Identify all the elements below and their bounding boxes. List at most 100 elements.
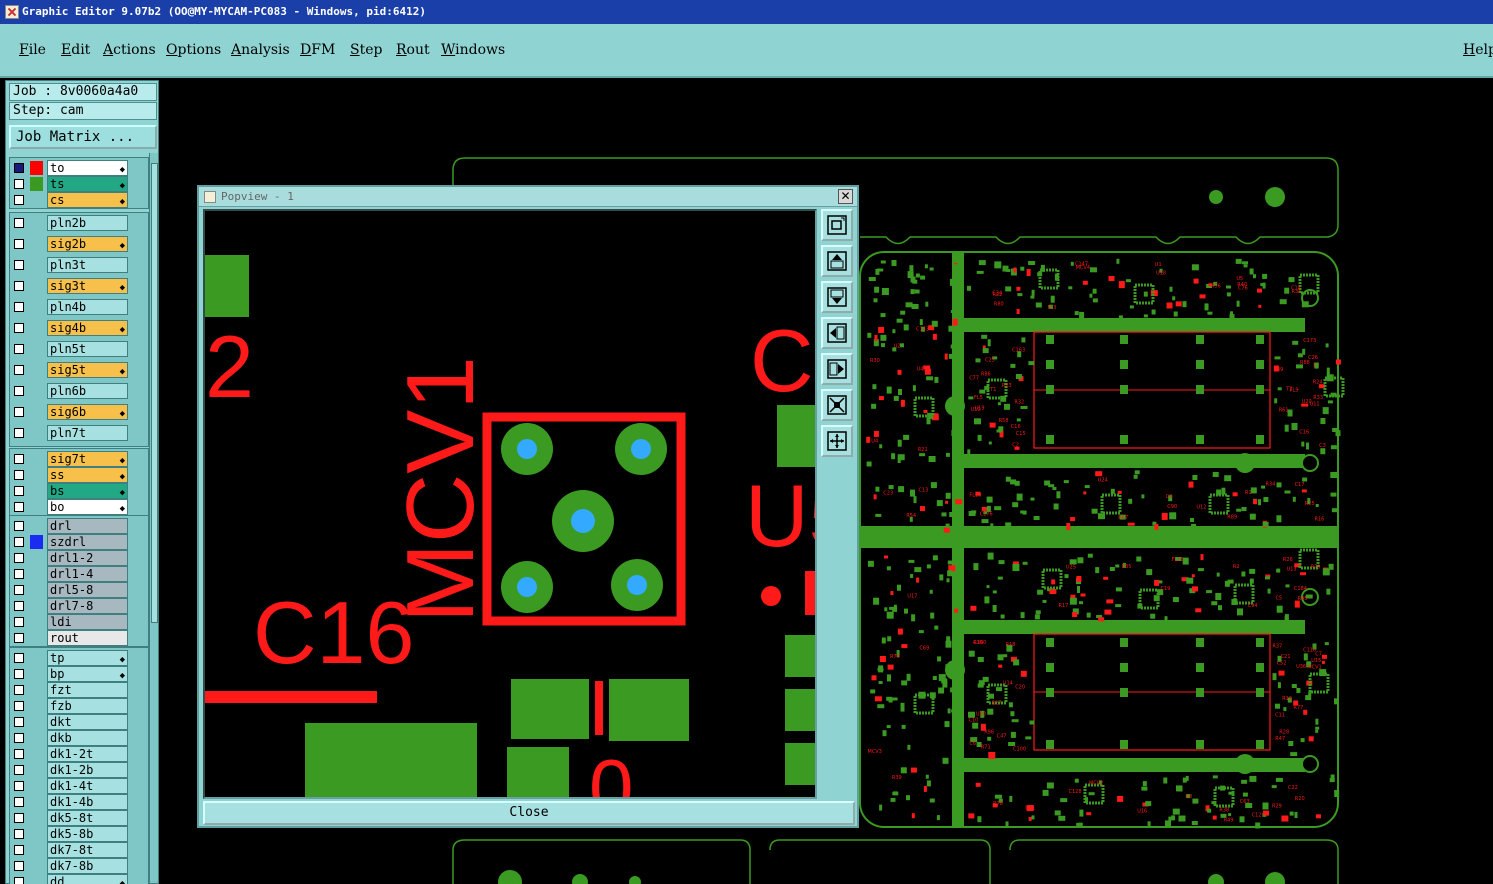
layer-row-pln3t[interactable]: pln3t xyxy=(10,257,150,273)
layer-row-drl1-4[interactable]: drl1-4 xyxy=(10,566,150,582)
layer-name[interactable]: cs ◆ xyxy=(47,192,128,208)
layer-name[interactable]: szdrl xyxy=(47,534,128,550)
pan-up-icon[interactable] xyxy=(821,245,853,277)
layer-row-szdrl[interactable]: szdrl xyxy=(10,534,150,550)
layer-checkbox[interactable] xyxy=(14,701,24,711)
layer-row-cs[interactable]: cs ◆ xyxy=(10,192,150,208)
layer-name[interactable]: sig5t ◆ xyxy=(47,362,128,378)
pan-right-icon[interactable] xyxy=(821,353,853,385)
layer-checkbox[interactable] xyxy=(14,781,24,791)
layer-row-dk1-2t[interactable]: dk1-2t xyxy=(10,746,150,762)
layer-checkbox[interactable] xyxy=(14,260,24,270)
layer-checkbox[interactable] xyxy=(14,486,24,496)
layer-row-fzb[interactable]: fzb xyxy=(10,698,150,714)
layer-checkbox[interactable] xyxy=(14,585,24,595)
layer-row-tp[interactable]: tp ◆ xyxy=(10,650,150,666)
layer-checkbox[interactable] xyxy=(14,365,24,375)
layer-row-bs[interactable]: bs ◆ xyxy=(10,483,150,499)
layer-row-sig3t[interactable]: sig3t ◆ xyxy=(10,278,150,294)
layer-checkbox[interactable] xyxy=(14,569,24,579)
layer-name[interactable]: bo ◆ xyxy=(47,499,128,515)
layer-color-swatch[interactable] xyxy=(30,535,43,549)
layer-checkbox[interactable] xyxy=(14,633,24,643)
layer-checkbox[interactable] xyxy=(14,302,24,312)
layer-row-drl1-2[interactable]: drl1-2 xyxy=(10,550,150,566)
close-icon[interactable]: ✕ xyxy=(838,189,853,204)
layer-name[interactable]: bp ◆ xyxy=(47,666,128,682)
layer-name[interactable]: sig6b ◆ xyxy=(47,404,128,420)
layer-row-sig5t[interactable]: sig5t ◆ xyxy=(10,362,150,378)
layer-name[interactable]: sig7t ◆ xyxy=(47,451,128,467)
layer-color-swatch[interactable] xyxy=(30,161,43,175)
popview-zoomed-view[interactable]: 2 MCV1 C16 C4 U5 xyxy=(203,209,817,799)
pan-left-icon[interactable] xyxy=(821,317,853,349)
layer-row-dk7-8b[interactable]: dk7-8b xyxy=(10,858,150,874)
window-titlebar[interactable]: Graphic Editor 9.07b2 (OO@MY-MYCAM-PC083… xyxy=(0,0,1493,24)
layer-row-ss[interactable]: ss ◆ xyxy=(10,467,150,483)
layer-name[interactable]: dd ◆ xyxy=(47,874,128,884)
layer-row-dkb[interactable]: dkb xyxy=(10,730,150,746)
menu-actions[interactable]: Actions xyxy=(103,42,156,58)
layer-name[interactable]: dk1-4b xyxy=(47,794,128,810)
popview-titlebar[interactable]: Popview - 1 ✕ xyxy=(199,187,857,207)
layer-row-dk1-2b[interactable]: dk1-2b xyxy=(10,762,150,778)
layer-checkbox[interactable] xyxy=(14,407,24,417)
zoom-window-icon[interactable] xyxy=(821,209,853,241)
layer-row-dk1-4t[interactable]: dk1-4t xyxy=(10,778,150,794)
menu-analysis[interactable]: Analysis xyxy=(231,42,290,58)
layer-name[interactable]: dk7-8b xyxy=(47,858,128,874)
layer-name[interactable]: pln5t xyxy=(47,341,128,357)
layer-checkbox[interactable] xyxy=(14,653,24,663)
layer-checkbox[interactable] xyxy=(14,669,24,679)
layer-name[interactable]: ss ◆ xyxy=(47,467,128,483)
layer-checkbox[interactable] xyxy=(14,344,24,354)
close-button[interactable]: Close xyxy=(203,801,855,825)
menu-edit[interactable]: Edit xyxy=(61,42,90,58)
layer-name[interactable]: dk1-2t xyxy=(47,746,128,762)
layer-checkbox[interactable] xyxy=(14,163,24,173)
layer-name[interactable]: drl7-8 xyxy=(47,598,128,614)
layer-checkbox[interactable] xyxy=(14,218,24,228)
layer-checkbox[interactable] xyxy=(14,454,24,464)
layer-checkbox[interactable] xyxy=(14,553,24,563)
layer-checkbox[interactable] xyxy=(14,749,24,759)
layer-row-pln7t[interactable]: pln7t xyxy=(10,425,150,441)
menu-rout[interactable]: Rout xyxy=(396,42,430,58)
layer-row-pln2b[interactable]: pln2b xyxy=(10,215,150,231)
layer-name[interactable]: sig4b ◆ xyxy=(47,320,128,336)
layer-name[interactable]: dkt xyxy=(47,714,128,730)
menu-help[interactable]: Help xyxy=(1463,42,1493,58)
layer-row-bp[interactable]: bp ◆ xyxy=(10,666,150,682)
layer-name[interactable]: dk7-8t xyxy=(47,842,128,858)
layer-row-bo[interactable]: bo ◆ xyxy=(10,499,150,515)
layer-row-dk5-8b[interactable]: dk5-8b xyxy=(10,826,150,842)
layer-checkbox[interactable] xyxy=(14,537,24,547)
layer-name[interactable]: bs ◆ xyxy=(47,483,128,499)
layer-row-ldi[interactable]: ldi xyxy=(10,614,150,630)
layer-checkbox[interactable] xyxy=(14,845,24,855)
layer-checkbox[interactable] xyxy=(14,797,24,807)
layer-checkbox[interactable] xyxy=(14,323,24,333)
layer-name[interactable]: tp ◆ xyxy=(47,650,128,666)
layer-name[interactable]: fzt xyxy=(47,682,128,698)
layer-row-pln6b[interactable]: pln6b xyxy=(10,383,150,399)
layer-checkbox[interactable] xyxy=(14,195,24,205)
layer-row-rout[interactable]: rout xyxy=(10,630,150,646)
layer-row-dkt[interactable]: dkt xyxy=(10,714,150,730)
layer-row-drl[interactable]: drl xyxy=(10,518,150,534)
layer-row-drl7-8[interactable]: drl7-8 xyxy=(10,598,150,614)
layer-name[interactable]: pln3t xyxy=(47,257,128,273)
layer-checkbox[interactable] xyxy=(14,601,24,611)
layer-name[interactable]: drl5-8 xyxy=(47,582,128,598)
layer-checkbox[interactable] xyxy=(14,829,24,839)
layer-name[interactable]: rout xyxy=(47,630,128,646)
menu-options[interactable]: Options xyxy=(166,42,221,58)
layer-name[interactable]: to ◆ xyxy=(47,160,128,176)
layer-row-sig2b[interactable]: sig2b ◆ xyxy=(10,236,150,252)
layer-name[interactable]: pln4b xyxy=(47,299,128,315)
layer-checkbox[interactable] xyxy=(14,733,24,743)
layer-color-swatch[interactable] xyxy=(30,177,43,191)
layer-checkbox[interactable] xyxy=(14,861,24,871)
menu-dfm[interactable]: DFM xyxy=(300,42,335,58)
layer-checkbox[interactable] xyxy=(14,470,24,480)
